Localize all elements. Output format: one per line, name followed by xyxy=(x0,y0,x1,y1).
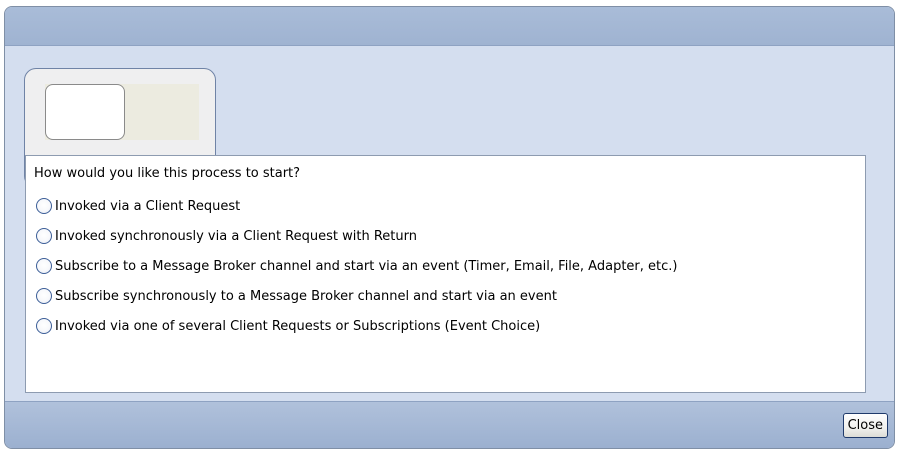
radio-message-broker-event[interactable] xyxy=(36,258,52,274)
option-label: Subscribe synchronously to a Message Bro… xyxy=(55,288,557,304)
close-button[interactable]: Close xyxy=(842,413,888,438)
start-process-dialog: How would you like this process to start… xyxy=(4,6,895,449)
option-message-broker-event[interactable]: Subscribe to a Message Broker channel an… xyxy=(36,251,677,281)
option-client-request[interactable]: Invoked via a Client Request xyxy=(36,191,677,221)
radio-event-choice[interactable] xyxy=(36,318,52,334)
tab-preview-box xyxy=(45,84,125,140)
option-label: Subscribe to a Message Broker channel an… xyxy=(55,258,678,274)
option-event-choice[interactable]: Invoked via one of several Client Reques… xyxy=(36,311,677,341)
option-message-broker-sync[interactable]: Subscribe synchronously to a Message Bro… xyxy=(36,281,677,311)
start-options-list: Invoked via a Client Request Invoked syn… xyxy=(36,198,677,341)
start-options-panel: How would you like this process to start… xyxy=(25,155,866,393)
dialog-upper-area xyxy=(5,46,894,188)
radio-message-broker-sync[interactable] xyxy=(36,288,52,304)
radio-client-request[interactable] xyxy=(36,198,52,214)
option-label: Invoked via one of several Client Reques… xyxy=(55,318,541,334)
start-question: How would you like this process to start… xyxy=(34,166,301,181)
dialog-button-bar: Close xyxy=(5,401,894,448)
option-label: Invoked via a Client Request xyxy=(55,198,241,214)
dialog-title-bar xyxy=(5,7,894,46)
option-label: Invoked synchronously via a Client Reque… xyxy=(55,228,417,244)
radio-client-request-with-return[interactable] xyxy=(36,228,52,244)
option-client-request-with-return[interactable]: Invoked synchronously via a Client Reque… xyxy=(36,221,677,251)
